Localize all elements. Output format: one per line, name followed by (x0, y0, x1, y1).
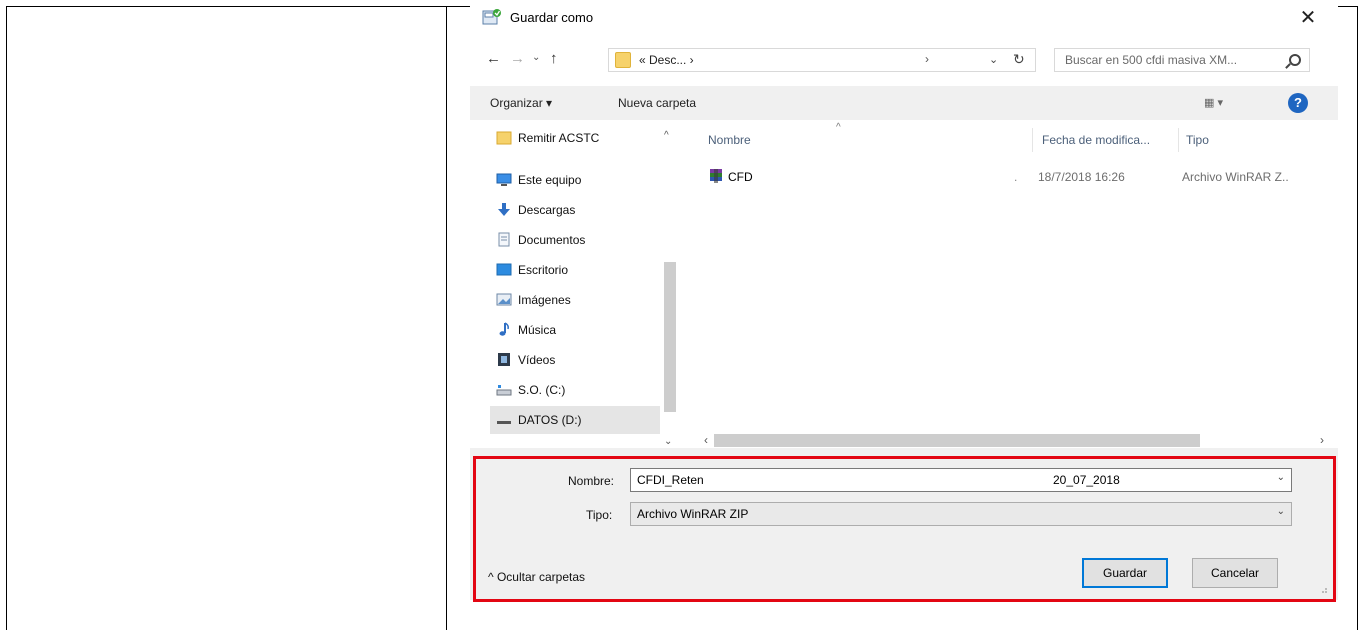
title-bar: Guardar como ✕ (470, 2, 1338, 34)
column-header-type[interactable]: Tipo (1186, 133, 1209, 147)
search-input[interactable]: Buscar en 500 cfdi masiva XM... (1054, 48, 1310, 72)
dialog-title: Guardar como (510, 10, 594, 25)
filename-value-suffix[interactable]: 20_07_2018 (1053, 473, 1120, 487)
chevron-down-icon[interactable]: ⌄ (989, 53, 998, 66)
resize-grip-icon[interactable] (1318, 584, 1328, 594)
filename-value[interactable]: CFDI_Reten (637, 473, 704, 487)
file-date: 18/7/2018 16:26 (1038, 170, 1125, 184)
sidebar-item-label: S.O. (C:) (518, 383, 566, 397)
search-icon[interactable] (1289, 54, 1301, 66)
sidebar-item-musica[interactable]: Música (490, 316, 660, 344)
sidebar-item-descargas[interactable]: Descargas (490, 196, 660, 224)
chevron-down-icon[interactable]: ⌄ (1277, 506, 1285, 517)
horizontal-scrollbar[interactable]: ‹ › (700, 432, 1338, 449)
table-divider (446, 7, 447, 630)
new-folder-button[interactable]: Nueva carpeta (618, 96, 696, 110)
sidebar-scrollbar-thumb[interactable] (664, 262, 676, 412)
sidebar-item-label: Documentos (518, 233, 586, 247)
save-as-icon (482, 9, 501, 25)
download-icon (498, 203, 510, 216)
address-path[interactable]: « Desc... › (639, 53, 694, 67)
save-as-dialog: Guardar como ✕ ← → ⌄ ↑ « Desc... › › ⌄ ↻… (470, 2, 1338, 602)
view-options-icon[interactable]: ▦ ▾ (1204, 96, 1223, 109)
sidebar-item-label: Vídeos (518, 353, 556, 367)
videos-icon (498, 353, 510, 366)
file-type-select[interactable]: Archivo WinRAR ZIP ⌄ (630, 502, 1292, 526)
file-name: CFD (728, 170, 753, 184)
sidebar-item-imagenes[interactable]: Imágenes (490, 286, 660, 314)
save-button[interactable]: Guardar (1082, 558, 1168, 588)
sidebar-item-label: Descargas (518, 203, 576, 217)
refresh-icon[interactable]: ↻ (1013, 51, 1025, 68)
scroll-up-icon[interactable]: ^ (664, 130, 669, 141)
sidebar-item-label: Remitir ACSTC (518, 131, 600, 145)
address-bar[interactable]: « Desc... › › ⌄ ↻ (608, 48, 1036, 72)
document-icon (498, 232, 510, 247)
sidebar-item-label: DATOS (D:) (518, 413, 582, 427)
column-header-date[interactable]: Fecha de modifica... (1042, 133, 1150, 147)
file-row[interactable]: CFD . 18/7/2018 16:26 Archivo WinRAR Z.. (700, 166, 1338, 190)
up-folder-icon[interactable]: ↑ (550, 50, 558, 67)
horizontal-scrollbar-thumb[interactable] (714, 434, 1200, 447)
sidebar-item-label: Este equipo (518, 173, 582, 187)
file-list: ^ Nombre Fecha de modifica... Tipo CFD .… (700, 122, 1338, 447)
navigation-pane: Remitir ACSTC Este equipo Descargas Docu… (490, 122, 680, 447)
help-icon[interactable]: ? (1288, 93, 1308, 113)
sidebar-item-datos-d[interactable]: DATOS (D:) (490, 406, 660, 434)
filename-field[interactable]: CFDI_Reten 20_07_2018 ⌄ (630, 468, 1292, 492)
scroll-down-icon[interactable]: ⌄ (664, 436, 672, 447)
name-label: Nombre: (568, 474, 615, 488)
sidebar-item-este-equipo[interactable]: Este equipo (490, 166, 660, 194)
hide-folders-toggle[interactable]: ^ Ocultar carpetas (488, 570, 585, 584)
cancel-button[interactable]: Cancelar (1192, 558, 1278, 588)
column-header-name[interactable]: Nombre (708, 133, 751, 147)
column-separator[interactable] (1032, 128, 1033, 152)
chevron-right-icon[interactable]: › (925, 52, 929, 66)
close-button[interactable]: ✕ (1294, 5, 1322, 31)
sidebar-item-remitir-acstc[interactable]: Remitir ACSTC (490, 124, 660, 152)
recent-locations-icon[interactable]: ⌄ (532, 52, 540, 63)
chevron-down-icon[interactable]: ⌄ (1277, 472, 1285, 483)
column-separator[interactable] (1178, 128, 1179, 152)
sidebar-item-label: Imágenes (518, 293, 571, 307)
pictures-icon (496, 293, 512, 306)
sidebar-item-videos[interactable]: Vídeos (490, 346, 660, 374)
file-type: Archivo WinRAR Z.. (1182, 170, 1289, 184)
drive-d-icon (497, 421, 511, 424)
computer-icon (496, 173, 512, 186)
folder-icon (615, 52, 631, 68)
sort-indicator-icon: ^ (836, 122, 841, 133)
scroll-left-icon[interactable]: ‹ (704, 433, 708, 447)
forward-arrow-icon[interactable]: → (510, 50, 525, 67)
command-bar: Organizar ▾ Nueva carpeta ▦ ▾ ? (470, 86, 1338, 120)
search-placeholder: Buscar en 500 cfdi masiva XM... (1065, 53, 1238, 67)
sidebar-item-label: Música (518, 323, 557, 337)
back-arrow-icon[interactable]: ← (486, 50, 501, 67)
sidebar-item-so-c[interactable]: S.O. (C:) (490, 376, 660, 404)
drive-c-icon (496, 385, 512, 396)
music-icon (499, 322, 509, 336)
sidebar-item-label: Escritorio (518, 263, 569, 277)
sidebar-item-escritorio[interactable]: Escritorio (490, 256, 660, 284)
type-label: Tipo: (586, 508, 613, 522)
scroll-right-icon[interactable]: › (1320, 433, 1324, 447)
navigation-bar: ← → ⌄ ↑ « Desc... › › ⌄ ↻ Buscar en 500 … (470, 44, 1338, 76)
sidebar-item-documentos[interactable]: Documentos (490, 226, 660, 254)
file-row-marker: . (1014, 170, 1018, 184)
file-type-value: Archivo WinRAR ZIP (637, 507, 749, 521)
folder-icon (496, 131, 512, 145)
organize-button[interactable]: Organizar ▾ (490, 96, 552, 110)
desktop-icon (496, 263, 512, 276)
winrar-archive-icon (710, 169, 722, 183)
